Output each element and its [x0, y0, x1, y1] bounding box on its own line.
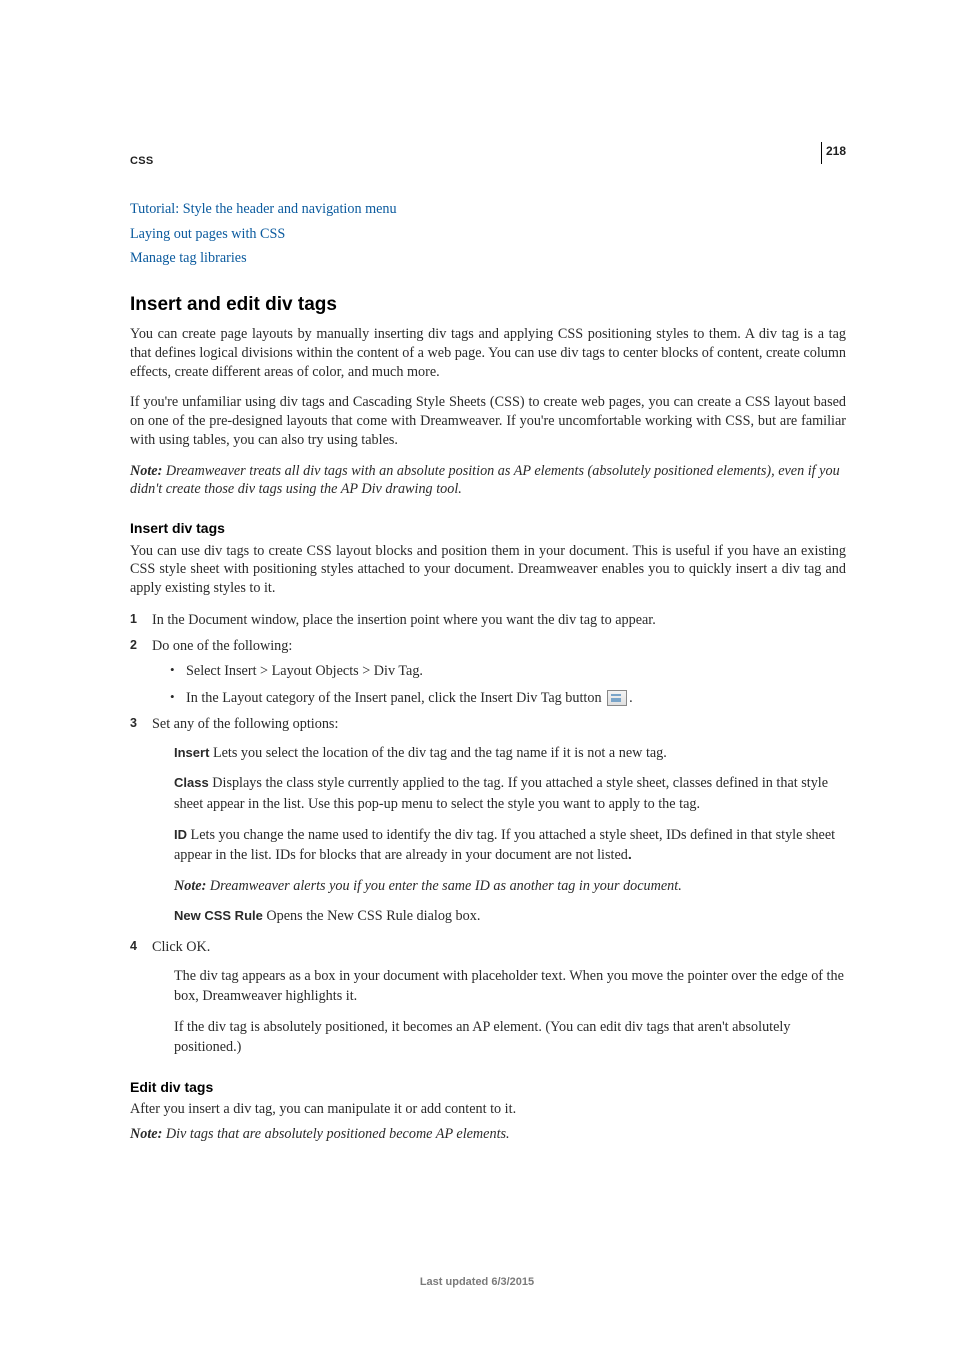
- step-text: Set any of the following options:: [152, 716, 338, 732]
- heading-insert-and-edit-div-tags: Insert and edit div tags: [130, 292, 846, 317]
- option-text: Lets you select the location of the div …: [209, 745, 666, 761]
- bullet-item: Select Insert > Layout Objects > Div Tag…: [152, 661, 846, 682]
- note: Note: Div tags that are absolutely posit…: [130, 1125, 846, 1144]
- heading-insert-div-tags: Insert div tags: [130, 519, 846, 537]
- note-text: Div tags that are absolutely positioned …: [162, 1126, 509, 1142]
- step-1: 1 In the Document window, place the inse…: [130, 610, 846, 631]
- step-number: 1: [130, 610, 137, 628]
- option-label: Insert: [174, 745, 209, 760]
- option-label: Class: [174, 775, 209, 790]
- link-manage-tag-libraries[interactable]: Manage tag libraries: [130, 249, 846, 268]
- paragraph: You can use div tags to create CSS layou…: [130, 542, 846, 598]
- heading-edit-div-tags: Edit div tags: [130, 1078, 846, 1096]
- step-text: Do one of the following:: [152, 638, 292, 654]
- footer-last-updated: Last updated 6/3/2015: [0, 1276, 954, 1288]
- chapter-label: CSS: [130, 155, 154, 167]
- option-new-css-rule: New CSS Rule Opens the New CSS Rule dial…: [152, 906, 846, 927]
- option-id: ID Lets you change the name used to iden…: [152, 825, 846, 866]
- step-3: 3 Set any of the following options: Inse…: [130, 714, 846, 927]
- page-number-text: 218: [826, 142, 846, 158]
- step-text: In the Document window, place the insert…: [152, 612, 656, 628]
- option-period: .: [628, 847, 632, 863]
- link-tutorial-style-header[interactable]: Tutorial: Style the header and navigatio…: [130, 200, 846, 219]
- bullet-item: In the Layout category of the Insert pan…: [152, 688, 846, 709]
- steps-list: 1 In the Document window, place the inse…: [130, 610, 846, 1058]
- step-number: 2: [130, 636, 137, 654]
- note-text: Dreamweaver alerts you if you enter the …: [206, 878, 681, 894]
- option-label: New CSS Rule: [174, 908, 263, 923]
- note-text: Dreamweaver treats all div tags with an …: [130, 463, 840, 498]
- note: Note: Dreamweaver alerts you if you ente…: [152, 876, 846, 897]
- option-text: Displays the class style currently appli…: [174, 775, 828, 812]
- substeps: Select Insert > Layout Objects > Div Tag…: [152, 661, 846, 708]
- insert-div-tag-button-icon: [607, 690, 627, 706]
- bullet-text-after-icon: .: [629, 690, 633, 706]
- note-label: Note:: [130, 1126, 162, 1142]
- note-label: Note:: [130, 463, 162, 479]
- step-number: 3: [130, 714, 137, 732]
- option-text: Lets you change the name used to identif…: [174, 827, 835, 864]
- page-content: Tutorial: Style the header and navigatio…: [130, 200, 846, 1144]
- step-4: 4 Click OK. The div tag appears as a box…: [130, 937, 846, 1058]
- step-detail: If the div tag is absolutely positioned,…: [152, 1017, 846, 1058]
- step-text: Click OK.: [152, 939, 210, 955]
- step-number: 4: [130, 937, 137, 955]
- bullet-text-before-icon: In the Layout category of the Insert pan…: [186, 690, 605, 706]
- option-label: ID: [174, 827, 187, 842]
- option-text: Opens the New CSS Rule dialog box.: [263, 908, 481, 924]
- paragraph: You can create page layouts by manually …: [130, 325, 846, 381]
- step-2: 2 Do one of the following: Select Insert…: [130, 636, 846, 708]
- option-insert: Insert Lets you select the location of t…: [152, 743, 846, 764]
- step-detail: The div tag appears as a box in your doc…: [152, 966, 846, 1007]
- paragraph: After you insert a div tag, you can mani…: [130, 1100, 846, 1119]
- option-class: Class Displays the class style currently…: [152, 773, 846, 814]
- note: Note: Dreamweaver treats all div tags wi…: [130, 462, 846, 499]
- link-laying-out-pages[interactable]: Laying out pages with CSS: [130, 225, 846, 244]
- page-number: 218: [821, 142, 846, 164]
- paragraph: If you're unfamiliar using div tags and …: [130, 393, 846, 449]
- note-label: Note:: [174, 878, 206, 894]
